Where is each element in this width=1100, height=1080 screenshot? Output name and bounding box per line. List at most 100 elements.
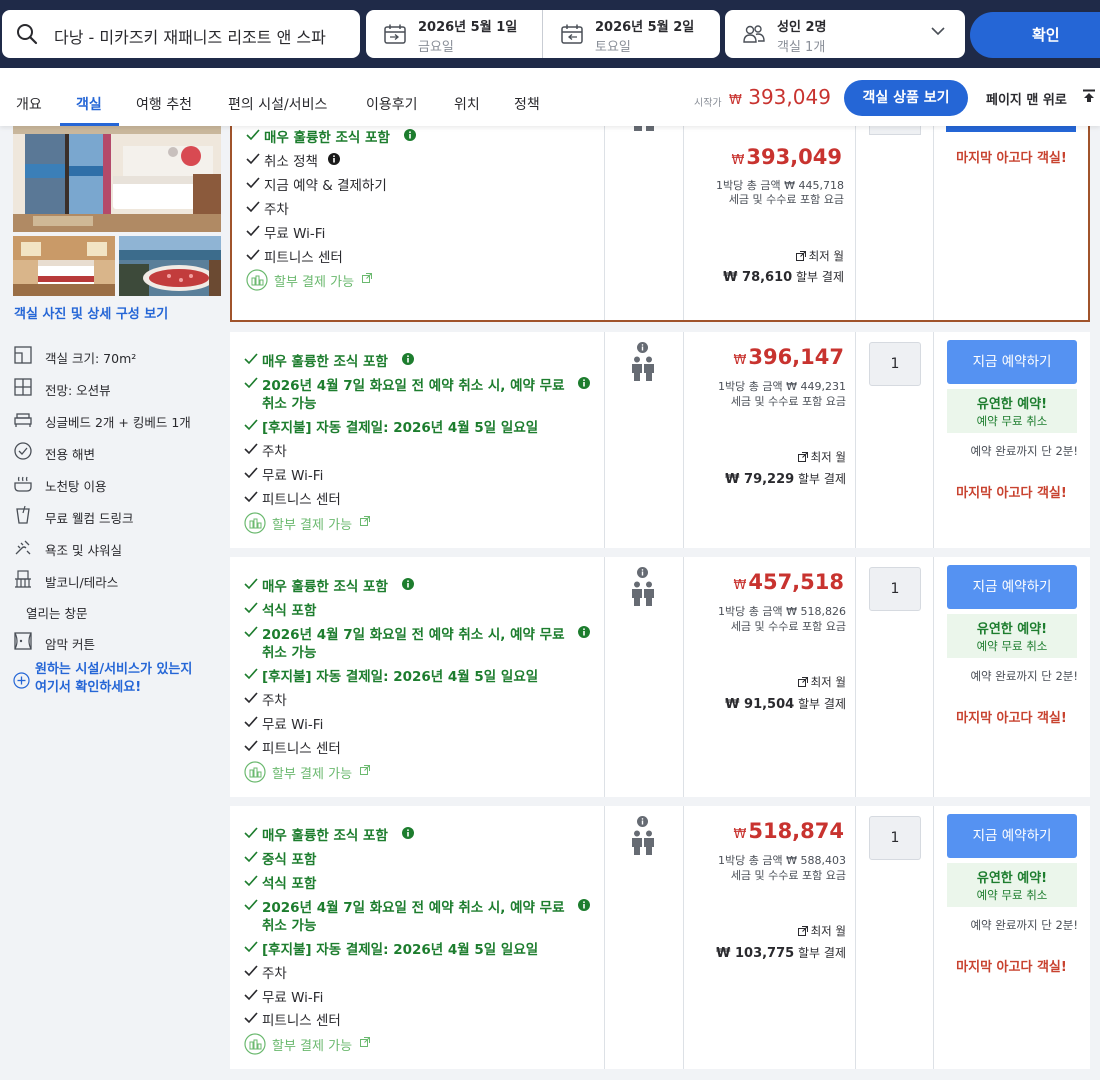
- column-divider: [683, 806, 684, 1069]
- info-icon[interactable]: [578, 626, 590, 638]
- check-icon: [246, 201, 260, 213]
- confirm-search-button[interactable]: 확인: [970, 12, 1100, 58]
- info-icon[interactable]: [578, 899, 590, 911]
- check-icon: [244, 965, 258, 977]
- tax-note: 세금 및 수수료 포함 요금: [730, 869, 846, 882]
- column-divider: [855, 557, 856, 797]
- column-divider: [604, 557, 605, 797]
- check-icon: [244, 716, 258, 728]
- check-icon: [244, 899, 258, 911]
- checkout-day: 토요일: [595, 40, 631, 55]
- booking-time-note: 예약 완료까지 단 2분!: [970, 918, 1078, 932]
- info-icon[interactable]: [404, 129, 416, 141]
- column-divider: [855, 332, 856, 548]
- onsen-icon: [13, 473, 33, 493]
- feature-openable-windows: 열리는 창문: [26, 606, 88, 621]
- book-now-button[interactable]: 지금 예약하기: [947, 814, 1077, 858]
- chevron-down-icon[interactable]: [931, 27, 945, 36]
- search-header: 다낭 - 미카즈키 재패니즈 리조트 앤 스파 2026년 5월 1일 금요일 …: [0, 0, 1100, 68]
- total-per-night: 1박당 총 금액 ₩ 518,826: [718, 605, 846, 618]
- check-icon: [244, 740, 258, 752]
- quantity-select-partial[interactable]: [869, 126, 921, 135]
- monthly-installment: ₩ 78,610 할부 결제: [723, 270, 844, 285]
- info-icon[interactable]: [637, 816, 648, 827]
- column-divider: [604, 126, 605, 320]
- shower-icon: [13, 537, 33, 557]
- tab-location[interactable]: 위치: [454, 94, 480, 114]
- last-room-notice: 마지막 아고다 객실!: [956, 960, 1067, 975]
- check-icon: [244, 1012, 258, 1024]
- info-icon[interactable]: [637, 567, 648, 578]
- check-icon: [244, 353, 258, 365]
- tab-overview[interactable]: 개요: [16, 94, 42, 114]
- tax-note: 세금 및 수수료 포함 요금: [730, 620, 846, 633]
- info-icon[interactable]: [402, 353, 414, 365]
- installment-icon: [244, 1033, 266, 1055]
- last-room-notice: 마지막 아고다 객실!: [956, 151, 1067, 166]
- curtain-icon: [13, 631, 33, 651]
- installment-icon: [244, 761, 266, 783]
- monthly-installment: ₩ 103,775 할부 결제: [716, 946, 846, 961]
- check-icon: [246, 249, 260, 261]
- check-icon: [244, 668, 258, 680]
- last-room-notice: 마지막 아고다 객실!: [956, 711, 1067, 726]
- check-icon: [246, 153, 260, 165]
- check-icon: [244, 626, 258, 638]
- offer-price: ₩518,874: [733, 819, 844, 843]
- room-offer-card-0: 매우 훌륭한 조식 포함 취소 정책 지금 예약 & 결제하기 주차 무료 Wi…: [230, 126, 1090, 322]
- bath-thumbnail-photo[interactable]: [119, 236, 221, 296]
- destination-text[interactable]: 다낭 - 미카즈키 재패니즈 리조트 앤 스파: [54, 24, 354, 48]
- offer-price: ₩457,518: [733, 570, 844, 594]
- info-icon[interactable]: [578, 377, 590, 389]
- check-icon: [244, 941, 258, 953]
- flexible-booking-badge: 유연한 예약! 예약 무료 취소: [947, 863, 1077, 907]
- external-link-icon: [795, 251, 806, 261]
- flexible-booking-badge: 유연한 예약! 예약 무료 취소: [947, 614, 1077, 658]
- tab-reviews[interactable]: 이용후기: [366, 94, 418, 114]
- column-divider: [933, 806, 934, 1069]
- room-quantity-select[interactable]: 1: [869, 816, 921, 860]
- info-icon[interactable]: [637, 342, 648, 353]
- room-photos-link[interactable]: 객실 사진 및 상세 구성 보기: [14, 303, 168, 322]
- checkin-field[interactable]: 2026년 5월 1일 금요일: [366, 10, 542, 58]
- info-icon[interactable]: [328, 153, 340, 165]
- two-adults-icon: [631, 356, 655, 382]
- guest-selector[interactable]: 성인 2명 객실 1개: [725, 10, 965, 58]
- section-tabs: 개요 객실 여행 추천 편의 시설/서비스 이용후기 위치 정책 시작가 ₩ 3…: [0, 68, 1100, 126]
- min-monthly-label: 최저 월: [795, 248, 844, 264]
- destination-search-field[interactable]: 다낭 - 미카즈키 재패니즈 리조트 앤 스파: [2, 10, 360, 58]
- info-icon[interactable]: [402, 827, 414, 839]
- total-per-night: 1박당 총 금액 ₩ 588,403: [718, 854, 846, 867]
- tab-policies[interactable]: 정책: [514, 94, 540, 114]
- tab-recommendations[interactable]: 여행 추천: [136, 94, 192, 114]
- back-to-top-link[interactable]: 페이지 맨 위로: [986, 89, 1067, 108]
- flexible-booking-badge: 유연한 예약! 예약 무료 취소: [947, 389, 1077, 433]
- external-link-icon: [797, 677, 808, 687]
- book-now-button[interactable]: 지금 예약하기: [947, 565, 1077, 609]
- room-size-icon: [13, 345, 33, 365]
- start-price-label: 시작가: [694, 98, 722, 109]
- occupancy-icon-partial: [632, 126, 656, 134]
- arrow-up-icon[interactable]: [1082, 89, 1096, 103]
- start-price: ₩ 393,049: [729, 85, 831, 109]
- checkout-field[interactable]: 2026년 5월 2일 토요일: [543, 10, 720, 58]
- room-quantity-select[interactable]: 1: [869, 342, 921, 386]
- date-picker[interactable]: 2026년 5월 1일 금요일 2026년 5월 2일 토요일: [366, 10, 720, 58]
- tax-note: 세금 및 수수료 포함 요금: [730, 395, 846, 408]
- room-thumbnail-photo[interactable]: [13, 236, 115, 296]
- view-room-deals-button[interactable]: 객실 상품 보기: [844, 80, 968, 116]
- view-icon: [13, 377, 33, 397]
- check-icon: [244, 875, 258, 887]
- tab-facilities[interactable]: 편의 시설/서비스: [228, 94, 327, 114]
- room-main-photo[interactable]: [13, 126, 221, 232]
- check-icon: [244, 419, 258, 431]
- column-divider: [933, 557, 934, 797]
- book-now-button[interactable]: 지금 예약하기: [947, 340, 1077, 384]
- info-icon[interactable]: [402, 578, 414, 590]
- room-quantity-select[interactable]: 1: [869, 567, 921, 611]
- bed-icon: [13, 409, 33, 429]
- book-now-button-partial[interactable]: [946, 126, 1076, 132]
- beach-icon: [13, 441, 33, 461]
- booking-time-note: 예약 완료까지 단 2분!: [970, 444, 1078, 458]
- tab-rooms[interactable]: 객실: [76, 94, 102, 114]
